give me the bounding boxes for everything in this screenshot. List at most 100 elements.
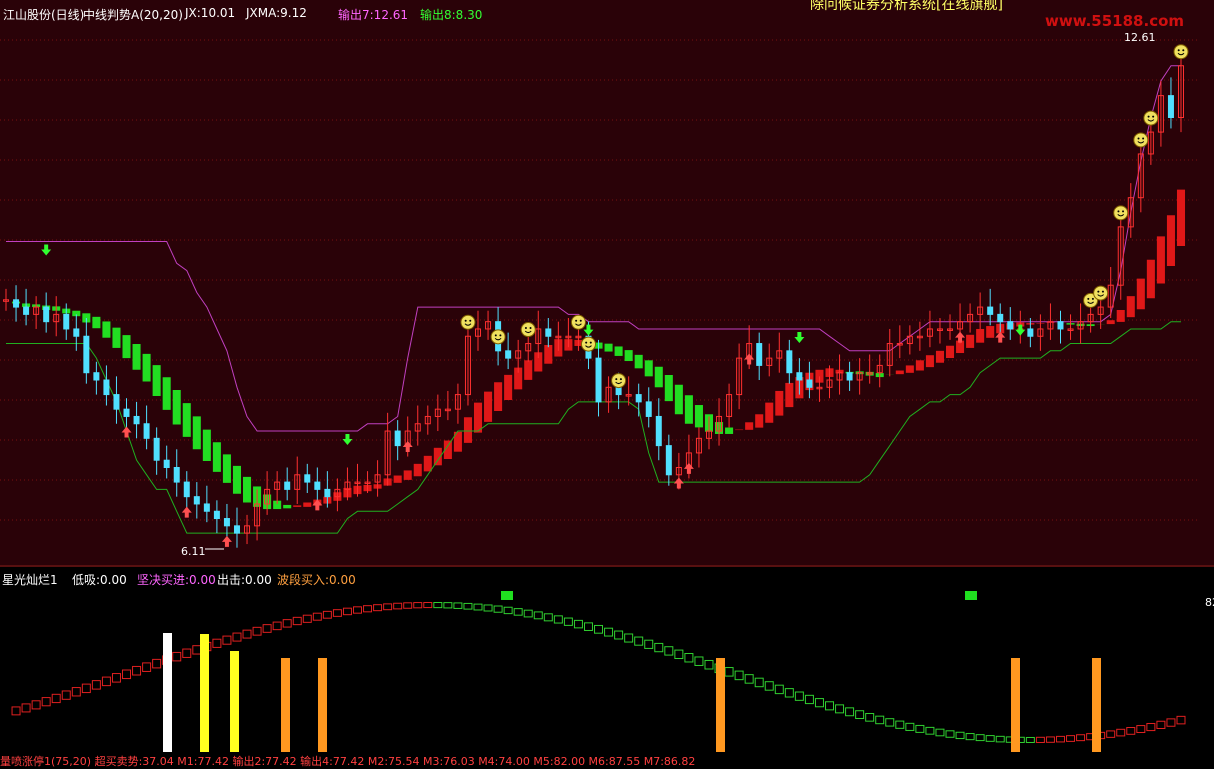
candle-body	[987, 306, 994, 315]
candle-body	[1057, 321, 1064, 330]
smiley-eye	[499, 334, 502, 337]
smiley-eye	[1177, 49, 1180, 52]
smiley-eye	[1122, 210, 1125, 213]
sub-axis-label: 82	[1205, 596, 1214, 609]
candle-body	[63, 313, 70, 330]
smiley-icon	[1173, 44, 1189, 60]
candle-body	[83, 335, 90, 374]
candle-body	[324, 488, 331, 498]
candle-body	[615, 386, 622, 396]
smiley-face	[611, 373, 627, 389]
smiley-face	[570, 314, 586, 330]
signal-bar	[200, 634, 209, 752]
smiley-eye	[619, 378, 622, 381]
smiley-icon	[460, 314, 476, 330]
smiley-eye	[529, 327, 532, 330]
signal-bar	[1011, 658, 1020, 752]
smiley-eye	[464, 319, 467, 322]
candle-body	[183, 481, 190, 498]
smiley-face	[520, 322, 536, 338]
dixi-value: 低吸:0.00	[72, 573, 127, 587]
candle-body	[665, 445, 672, 476]
candle-body	[545, 328, 552, 337]
candle-body	[103, 379, 110, 396]
smiley-eye	[1142, 137, 1145, 140]
smiley-eye	[589, 341, 592, 344]
smiley-eye	[1087, 297, 1090, 300]
price-chart[interactable]	[0, 0, 1214, 763]
candle-body	[505, 350, 512, 359]
candle-body	[997, 313, 1004, 323]
top-banner: 除问候证券分析系统[在线旗舰]	[810, 0, 1003, 13]
candle-body	[203, 503, 210, 512]
candle-body	[153, 437, 160, 461]
candle-body	[635, 394, 642, 403]
candle-body	[284, 481, 291, 490]
smiley-face	[1143, 110, 1159, 126]
candle-body	[756, 343, 763, 366]
smiley-eye	[469, 319, 472, 322]
smiley-eye	[585, 341, 588, 344]
smiley-eye	[524, 327, 527, 330]
smiley-eye	[494, 334, 497, 337]
smiley-eye	[615, 378, 618, 381]
candle-body	[223, 518, 230, 527]
smiley-face	[460, 314, 476, 330]
stock-title: 江山股份(日线)	[3, 8, 85, 22]
signal-bar	[281, 658, 290, 752]
candle-body	[846, 372, 853, 381]
smiley-eye	[1097, 290, 1100, 293]
jxma-value: JXMA:9.12	[246, 6, 307, 20]
smiley-eye	[1137, 137, 1140, 140]
smiley-eye	[575, 319, 578, 322]
candle-body	[213, 510, 220, 520]
candle-body	[786, 350, 793, 374]
candle-body	[595, 357, 602, 403]
candle-body	[314, 481, 321, 490]
indicator-name: 中线判势A(20,20)	[83, 8, 183, 22]
smiley-face	[1093, 285, 1109, 301]
candle-body	[304, 474, 311, 483]
output7-value: 输出7:12.61	[338, 8, 409, 22]
high-label: 12.61	[1124, 31, 1156, 44]
signal-bar	[230, 651, 239, 752]
candle-body	[133, 415, 140, 425]
candle-body	[1167, 95, 1174, 118]
candle-body	[233, 525, 240, 534]
smiley-icon	[1143, 110, 1159, 126]
candle-body	[193, 496, 200, 505]
smiley-eye	[1152, 115, 1155, 118]
signal-square-marker	[965, 591, 977, 600]
bottom-indicator-row: 量喷涨停1(75,20) 超买卖势:37.04 M1:77.42 输出2:77.…	[0, 755, 696, 768]
smiley-face	[1113, 205, 1129, 221]
signal-square-marker	[501, 591, 513, 600]
output8-value: 输出8:8.30	[420, 8, 483, 22]
smiley-icon	[1093, 285, 1109, 301]
signal-bar	[318, 658, 327, 752]
candle-body	[173, 467, 180, 483]
wave-value: 波段买入:0.00	[277, 573, 356, 587]
smiley-icon	[1133, 132, 1149, 148]
smiley-eye	[1182, 49, 1185, 52]
smiley-eye	[579, 319, 582, 322]
smiley-face	[1133, 132, 1149, 148]
candle-body	[123, 408, 130, 417]
smiley-face	[490, 329, 506, 345]
sell-value: 出击:0.00	[217, 573, 272, 587]
smiley-eye	[1147, 115, 1150, 118]
signal-bar	[1092, 658, 1101, 752]
sub-indicator-name: 星光灿烂1	[2, 573, 58, 587]
buy-value: 坚决买进:0.00	[137, 573, 216, 587]
smiley-icon	[570, 314, 586, 330]
sub-panel-background	[0, 568, 1214, 753]
smiley-icon	[520, 322, 536, 338]
smiley-face	[1173, 44, 1189, 60]
candle-body	[13, 299, 20, 308]
candle-body	[645, 401, 652, 417]
signal-bar	[163, 633, 172, 752]
smiley-face	[580, 336, 596, 352]
candle-body	[655, 415, 662, 447]
signal-bar	[716, 658, 725, 752]
jx-value: JX:10.01	[185, 6, 236, 20]
candle-body	[23, 306, 30, 315]
